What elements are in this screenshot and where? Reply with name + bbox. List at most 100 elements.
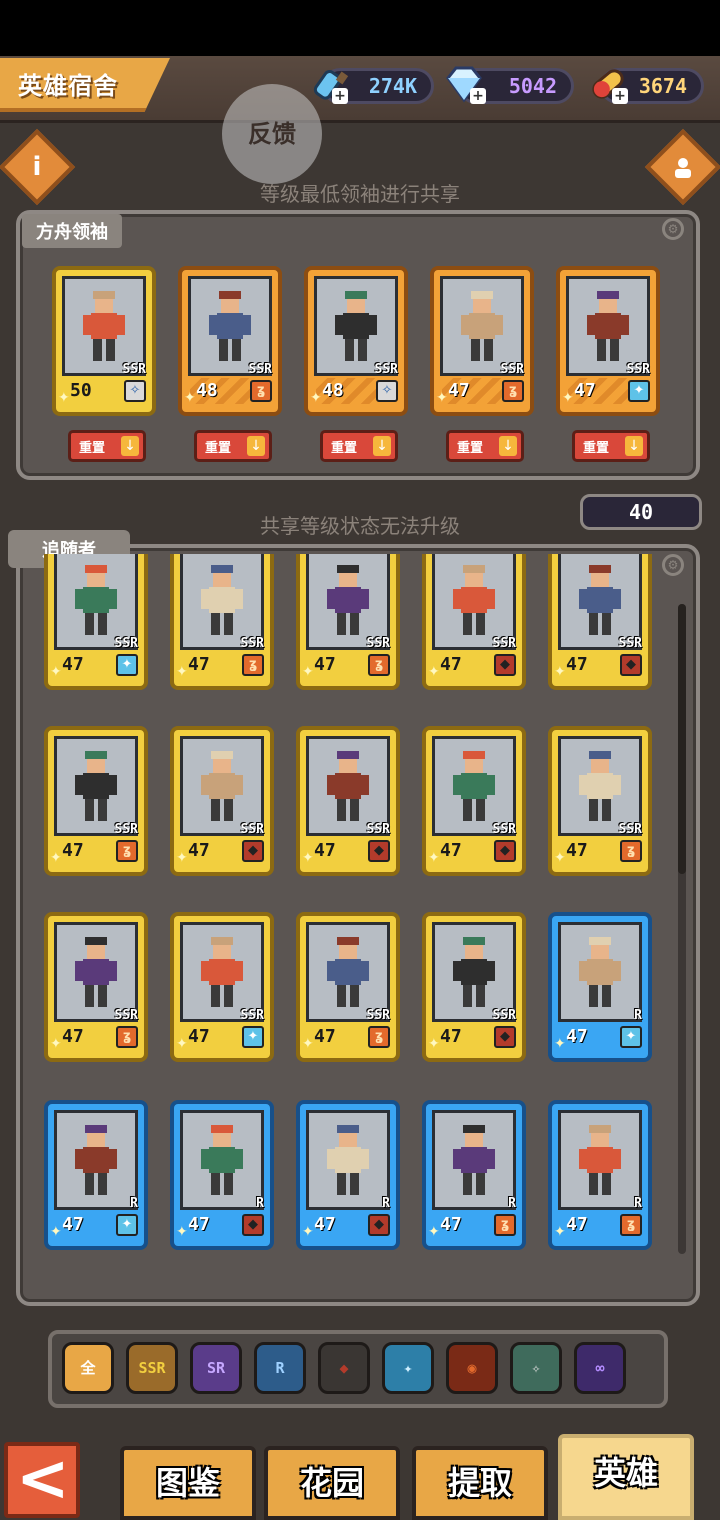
hero-portrait (314, 276, 398, 376)
follower-card[interactable]: SSR 47 ◆ ✦ (422, 554, 526, 690)
sparkle-icon: ✦ (562, 390, 574, 406)
reset-label: 重置 (331, 441, 358, 456)
follower-card[interactable]: R 47 ʓ ✦ (422, 1100, 526, 1250)
hero-portrait (306, 922, 390, 1022)
wing-class-icon: ✧ (376, 380, 398, 402)
tab-codex[interactable]: 图鉴 (120, 1446, 256, 1520)
hero-portrait (188, 276, 272, 376)
hero-sprite-icon (209, 291, 251, 361)
follower-card[interactable]: R 47 ◆ ✦ (296, 1100, 400, 1250)
hero-sprite-icon (75, 751, 117, 821)
reset-button[interactable]: 重置 ↓ (68, 430, 146, 462)
follower-card[interactable]: R 47 ◆ ✦ (170, 1100, 274, 1250)
tab-heroes[interactable]: 英雄 (558, 1434, 694, 1520)
filter-all-button[interactable]: 全 (62, 1342, 114, 1394)
leader-card[interactable]: SSR 48 ʓ ✦ (178, 266, 282, 416)
hero-sprite-icon (327, 751, 369, 821)
follower-card[interactable]: R 47 ✦ ✦ (44, 1100, 148, 1250)
status-bar (0, 0, 720, 56)
rarity-label: SSR (626, 362, 650, 377)
profile-button[interactable] (644, 128, 720, 206)
filter-fire-button[interactable]: ◉ (446, 1342, 498, 1394)
follower-card[interactable]: SSR 47 ◆ ✦ (296, 726, 400, 876)
filter-beast-button[interactable]: ✦ (382, 1342, 434, 1394)
reset-label: 重置 (205, 441, 232, 456)
hero-sprite-icon (83, 291, 125, 361)
page-title: 英雄宿舍 (18, 72, 118, 100)
filter-ssr-button[interactable]: SSR (126, 1342, 178, 1394)
hero-level: 47 (182, 838, 242, 864)
add-pill-icon[interactable]: + (612, 88, 628, 104)
diamond-value: 5042 (508, 74, 557, 98)
diamond-icon: + (442, 62, 486, 106)
tab-extract[interactable]: 提取 (412, 1446, 548, 1520)
sparkle-icon: ✦ (436, 390, 448, 406)
beast-class-icon: ✦ (116, 1214, 138, 1236)
hero-sprite-icon (327, 937, 369, 1007)
filter-infinity-button[interactable]: ∞ (574, 1342, 626, 1394)
filter-sr-button[interactable]: SR (190, 1342, 242, 1394)
hero-portrait (180, 554, 264, 650)
leader-card[interactable]: SSR 50 ✧ ✦ (52, 266, 156, 416)
follower-card[interactable]: SSR 47 ◆ ✦ (170, 726, 274, 876)
filter-wing-button[interactable]: ✧ (510, 1342, 562, 1394)
leader-card[interactable]: SSR 47 ✦ ✦ (556, 266, 660, 416)
reset-button[interactable]: 重置 ↓ (446, 430, 524, 462)
sparkle-icon: ✦ (50, 664, 62, 680)
hero-portrait (54, 554, 138, 650)
follower-card[interactable]: SSR 47 ʓ ✦ (296, 554, 400, 690)
hero-sprite-icon (453, 937, 495, 1007)
hero-sprite-icon (201, 751, 243, 821)
hero-level: 47 (62, 1214, 84, 1235)
follower-card[interactable]: SSR 47 ʓ ✦ (296, 912, 400, 1062)
sparkle-icon: ✦ (554, 664, 566, 680)
reset-button[interactable]: 重置 ↓ (320, 430, 398, 462)
follower-card[interactable]: SSR 47 ʓ ✦ (44, 726, 148, 876)
reset-button[interactable]: 重置 ↓ (194, 430, 272, 462)
followers-settings-icon[interactable]: ⚙ (662, 554, 684, 576)
rarity-label: SSR (240, 822, 264, 837)
shared-hint: 共享等级状态无法升级 (260, 514, 460, 538)
tab-garden-label: 花园 (299, 1464, 364, 1502)
rarity-label: SSR (500, 362, 524, 377)
potion-value: 274K (368, 74, 417, 98)
tab-codex-label: 图鉴 (155, 1464, 220, 1502)
fire-class-icon: ʓ (502, 380, 524, 402)
follower-card[interactable]: SSR 47 ʓ ✦ (548, 726, 652, 876)
follower-card[interactable]: SSR 47 ◆ ✦ (422, 912, 526, 1062)
filter-shield-button[interactable]: ◆ (318, 1342, 370, 1394)
rarity-label: SSR (618, 822, 642, 837)
follower-card[interactable]: R 47 ✦ ✦ (548, 912, 652, 1062)
follower-card[interactable]: SSR 47 ✦ ✦ (170, 912, 274, 1062)
filter-r-button[interactable]: R (254, 1342, 306, 1394)
follower-card[interactable]: SSR 47 ◆ ✦ (548, 554, 652, 690)
hero-portrait (432, 922, 516, 1022)
info-button[interactable]: i (0, 128, 76, 206)
arrow-down-icon: ↓ (373, 436, 391, 456)
follower-card[interactable]: SSR 47 ◆ ✦ (422, 726, 526, 876)
add-diamond-icon[interactable]: + (470, 88, 486, 104)
hero-level: 48 (190, 378, 250, 404)
fire-class-icon: ʓ (242, 654, 264, 676)
leaders-label: 方舟领袖 (22, 214, 122, 248)
hero-level: 47 (434, 1024, 494, 1050)
hero-level: 48 (316, 378, 376, 404)
follower-card[interactable]: SSR 47 ʓ ✦ (170, 554, 274, 690)
leader-card[interactable]: SSR 47 ʓ ✦ (430, 266, 534, 416)
hero-sprite-icon (579, 937, 621, 1007)
add-potion-icon[interactable]: + (332, 88, 348, 104)
shield-class-icon: ◆ (242, 1214, 264, 1236)
hero-level: 47 (434, 838, 494, 864)
followers-scroll-thumb[interactable] (678, 604, 686, 874)
leader-card[interactable]: SSR 48 ✧ ✦ (304, 266, 408, 416)
follower-card[interactable]: SSR 47 ✦ ✦ (44, 554, 148, 690)
back-button[interactable]: < (4, 1442, 80, 1518)
feedback-button[interactable]: 反馈 (222, 84, 322, 184)
rarity-label: R (382, 1196, 390, 1211)
follower-card[interactable]: R 47 ʓ ✦ (548, 1100, 652, 1250)
follower-card[interactable]: SSR 47 ʓ ✦ (44, 912, 148, 1062)
leaders-settings-icon[interactable]: ⚙ (662, 218, 684, 240)
hero-sprite-icon (579, 751, 621, 821)
tab-garden[interactable]: 花园 (264, 1446, 400, 1520)
reset-button[interactable]: 重置 ↓ (572, 430, 650, 462)
